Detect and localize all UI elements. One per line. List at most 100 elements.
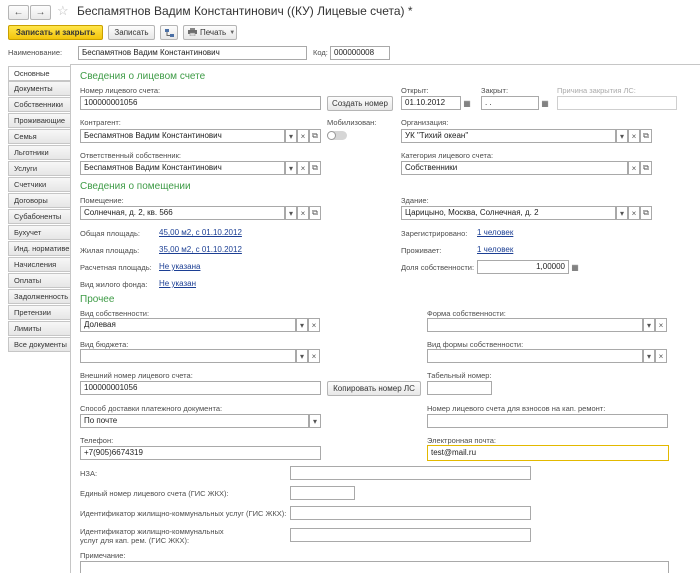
email-input[interactable]: test@mail.ru [427, 445, 669, 461]
open-icon[interactable]: ⧉ [640, 206, 652, 220]
capital-number-input[interactable] [427, 414, 668, 428]
clear-icon[interactable]: × [628, 161, 640, 175]
dropdown-icon[interactable]: ▾ [616, 129, 628, 143]
registered-link[interactable]: 1 человек [477, 228, 513, 237]
tab-accounting[interactable]: Бухучет [8, 225, 70, 240]
delivery-select[interactable]: По почте [80, 414, 309, 428]
copy-number-button[interactable]: Копировать номер ЛС [327, 381, 421, 396]
calendar-icon[interactable]: ▦ [461, 96, 473, 110]
tab-main[interactable]: Основные [8, 66, 70, 81]
printer-icon [188, 27, 197, 38]
tab-limits[interactable]: Лимиты [8, 321, 70, 336]
favorite-star-icon[interactable]: ☆ [57, 3, 69, 19]
opened-date-input[interactable]: 01.10.2012 [401, 96, 461, 110]
ownership-type-select[interactable]: Долевая [80, 318, 296, 332]
open-icon[interactable]: ⧉ [640, 161, 652, 175]
dropdown-icon[interactable]: ▾ [309, 414, 321, 428]
gis-id-label: Идентификатор жилищно-коммунальных услуг… [80, 509, 287, 518]
gis-number-input[interactable] [290, 486, 355, 500]
structure-icon[interactable] [160, 25, 178, 40]
open-icon[interactable]: ⧉ [309, 129, 321, 143]
tab-all-documents[interactable]: Все документы [8, 337, 70, 352]
ext-number-input[interactable]: 100000001056 [80, 381, 321, 395]
clear-icon[interactable]: × [655, 318, 667, 332]
tab-family[interactable]: Семья [8, 129, 70, 144]
room-input[interactable]: Солнечная, д. 2, кв. 566 [80, 206, 285, 220]
dropdown-icon[interactable]: ▾ [643, 318, 655, 332]
dropdown-icon[interactable]: ▾ [643, 349, 655, 363]
clear-icon[interactable]: × [297, 161, 309, 175]
tab-documents[interactable]: Документы [8, 81, 70, 96]
calendar-icon[interactable]: ▦ [539, 96, 551, 110]
open-icon[interactable]: ⧉ [640, 129, 652, 143]
save-and-close-button[interactable]: Записать и закрыть [8, 25, 103, 40]
clear-icon[interactable]: × [628, 129, 640, 143]
open-icon[interactable]: ⧉ [309, 206, 321, 220]
organization-input[interactable]: УК "Тихий океан" [401, 129, 616, 143]
ownership-form-select[interactable] [427, 318, 643, 332]
note-textarea[interactable] [80, 561, 669, 573]
tab-services[interactable]: Услуги [8, 161, 70, 176]
calculator-icon[interactable]: ▦ [569, 260, 581, 274]
building-input[interactable]: Царицыно, Москва, Солнечная, д. 2 [401, 206, 616, 220]
living-link[interactable]: 1 человек [477, 245, 513, 254]
tab-beneficiaries[interactable]: Льготники [8, 145, 70, 160]
budget-type-label: Вид бюджета: [80, 340, 129, 349]
account-number-input[interactable]: 100000001056 [80, 96, 321, 110]
dropdown-icon[interactable]: ▾ [616, 206, 628, 220]
gis-cap-input[interactable] [290, 528, 531, 542]
clear-icon[interactable]: × [628, 206, 640, 220]
nza-input[interactable] [290, 466, 531, 480]
tab-charges[interactable]: Начисления [8, 257, 70, 272]
category-label: Категория лицевого счета: [401, 151, 494, 160]
dropdown-icon[interactable]: ▾ [285, 129, 297, 143]
clear-icon[interactable]: × [655, 349, 667, 363]
form-type-select[interactable] [427, 349, 643, 363]
counterparty-input[interactable]: Беспамятнов Вадим Константинович [80, 129, 285, 143]
print-button[interactable]: Печать ▼ [183, 25, 237, 40]
clear-icon[interactable]: × [308, 318, 320, 332]
owner-input[interactable]: Беспамятнов Вадим Константинович [80, 161, 285, 175]
fund-type-link[interactable]: Не указан [159, 279, 196, 288]
gis-id-input[interactable] [290, 506, 531, 520]
opened-label: Открыт: [401, 86, 429, 95]
tab-ind-norms[interactable]: Инд. нормативе [8, 241, 70, 256]
budget-type-select[interactable] [80, 349, 296, 363]
tab-subscribers[interactable]: Субабоненты [8, 209, 70, 224]
open-icon[interactable]: ⧉ [309, 161, 321, 175]
tab-number-input[interactable] [427, 381, 492, 395]
counterparty-label: Контрагент: [80, 118, 121, 127]
forward-button[interactable]: → [30, 5, 51, 20]
living-area-link[interactable]: 35,00 м2, с 01.10.2012 [159, 245, 242, 254]
name-input[interactable]: Беспамятнов Вадим Константинович [78, 46, 307, 60]
close-reason-input[interactable] [557, 96, 677, 110]
calc-area-link[interactable]: Не указана [159, 262, 200, 271]
dropdown-icon[interactable]: ▾ [285, 206, 297, 220]
tab-meters[interactable]: Счетчики [8, 177, 70, 192]
clear-icon[interactable]: × [308, 349, 320, 363]
total-area-link[interactable]: 45,00 м2, с 01.10.2012 [159, 228, 242, 237]
dropdown-icon[interactable]: ▾ [285, 161, 297, 175]
back-button[interactable]: ← [8, 5, 29, 20]
code-label: Код: [313, 48, 328, 57]
dropdown-icon[interactable]: ▾ [296, 318, 308, 332]
closed-date-input[interactable]: . . [481, 96, 539, 110]
mobilized-toggle[interactable] [327, 131, 347, 140]
capital-number-label: Номер лицевого счета для взносов на кап.… [427, 404, 606, 413]
clear-icon[interactable]: × [297, 129, 309, 143]
tab-contracts[interactable]: Договоры [8, 193, 70, 208]
category-input[interactable]: Собственники [401, 161, 628, 175]
tab-payments[interactable]: Оплаты [8, 273, 70, 288]
section-premises-title: Сведения о помещении [80, 181, 191, 192]
dropdown-icon[interactable]: ▾ [296, 349, 308, 363]
phone-input[interactable]: +7(905)6674319 [80, 446, 321, 460]
tab-claims[interactable]: Претензии [8, 305, 70, 320]
create-number-button[interactable]: Создать номер [327, 96, 393, 111]
save-button[interactable]: Записать [108, 25, 155, 40]
code-input[interactable]: 000000008 [330, 46, 390, 60]
clear-icon[interactable]: × [297, 206, 309, 220]
share-input[interactable]: 1,00000 [477, 260, 569, 274]
tab-owners[interactable]: Собственники [8, 97, 70, 112]
tab-debt[interactable]: Задолженность [8, 289, 70, 304]
tab-residents[interactable]: Проживающие [8, 113, 70, 128]
